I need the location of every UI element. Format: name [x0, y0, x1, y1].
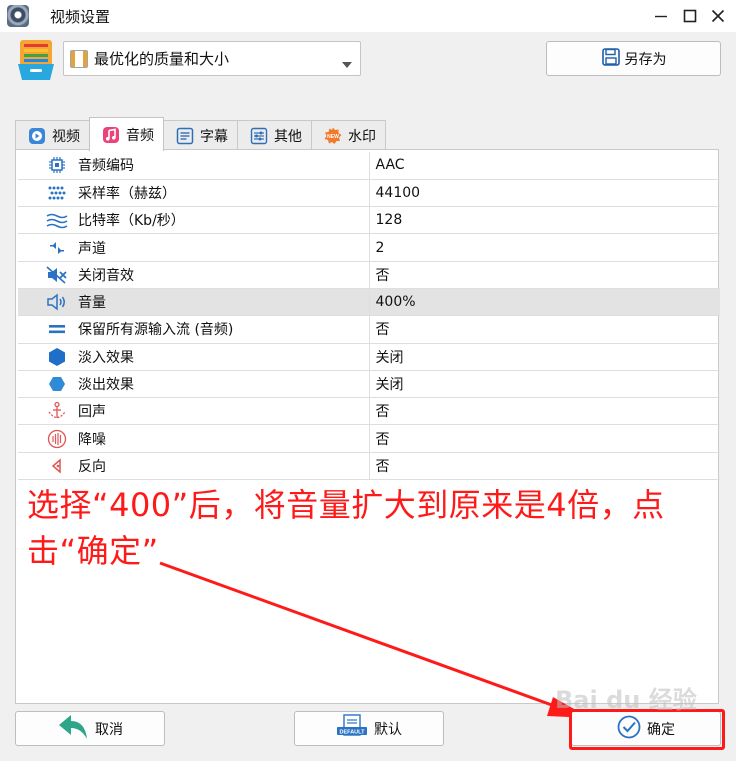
- setting-label: 降噪: [78, 431, 106, 448]
- window-title: 视频设置: [50, 8, 111, 26]
- setting-value[interactable]: 否: [369, 424, 720, 453]
- setting-label: 声道: [78, 240, 106, 257]
- default-button[interactable]: DEFAULT 默认: [294, 711, 444, 746]
- setting-label: 淡入效果: [78, 349, 134, 366]
- volume-speaker-icon: [46, 292, 68, 312]
- table-row[interactable]: 比特率（Kb/秒） 128: [18, 206, 720, 235]
- sliders-icon: [250, 127, 268, 145]
- setting-label: 音量: [78, 295, 106, 312]
- setting-label: 比特率（Kb/秒）: [78, 213, 185, 230]
- channels-icon: [46, 238, 68, 258]
- fade-out-hexagon-icon: [46, 374, 68, 394]
- noise-reduction-icon: [46, 429, 68, 449]
- chevron-down-icon: [342, 56, 352, 72]
- default-document-icon: DEFAULT: [336, 713, 368, 744]
- app-logo-icon: [7, 5, 29, 27]
- table-row[interactable]: 关闭音效 否: [18, 261, 720, 289]
- video-play-icon: [28, 127, 46, 145]
- table-row[interactable]: 音量 400%: [18, 288, 720, 317]
- setting-value[interactable]: 否: [369, 452, 720, 481]
- reverse-icon: [46, 456, 68, 476]
- maximize-icon[interactable]: [677, 4, 703, 28]
- chip-icon: [46, 155, 68, 175]
- svg-text:NEW: NEW: [327, 134, 339, 140]
- bitrate-wave-icon: [46, 210, 68, 230]
- preset-list-icon: [16, 38, 56, 82]
- tab-video[interactable]: 视频: [15, 120, 90, 151]
- setting-label: 采样率（赫兹）: [78, 185, 176, 202]
- setting-value[interactable]: 关闭: [369, 343, 720, 371]
- setting-label: 关闭音效: [78, 267, 134, 284]
- cancel-label: 取消: [95, 721, 123, 738]
- preset-dropdown[interactable]: 最优化的质量和大小: [63, 41, 361, 76]
- setting-label: 保留所有源输入流 (音频): [78, 322, 234, 339]
- new-badge-icon: NEW: [324, 127, 342, 145]
- minimize-icon[interactable]: [648, 4, 674, 28]
- equals-icon: [46, 319, 68, 339]
- sample-rate-icon: [46, 183, 68, 203]
- setting-label: 音频编码: [78, 158, 134, 175]
- table-row[interactable]: 采样率（赫兹） 44100: [18, 179, 720, 208]
- table-row[interactable]: 保留所有源输入流 (音频) 否: [18, 315, 720, 344]
- echo-icon: [46, 401, 68, 421]
- film-icon: [70, 49, 88, 68]
- close-icon[interactable]: [705, 4, 731, 28]
- table-row[interactable]: 反向 否: [18, 452, 720, 481]
- svg-text:DEFAULT: DEFAULT: [340, 729, 366, 735]
- back-arrow-icon: [57, 713, 89, 745]
- fade-in-hexagon-icon: [46, 347, 68, 367]
- audio-settings-table: 音频编码 AAC 采样率（赫兹） 44100 比特率（Kb/秒） 128 声道 …: [18, 152, 720, 481]
- tab-audio[interactable]: 音频: [89, 117, 164, 151]
- subtitle-icon: [176, 127, 194, 145]
- save-as-label: 另存为: [624, 51, 667, 68]
- mute-speaker-icon: [46, 265, 68, 285]
- setting-value[interactable]: 2: [369, 233, 720, 262]
- audio-settings-panel: 音频编码 AAC 采样率（赫兹） 44100 比特率（Kb/秒） 128 声道 …: [15, 149, 720, 704]
- tab-other[interactable]: 其他: [237, 120, 312, 151]
- table-row[interactable]: 声道 2: [18, 233, 720, 262]
- cancel-button[interactable]: 取消: [15, 711, 165, 746]
- table-row[interactable]: 回声 否: [18, 397, 720, 426]
- annotation-text: 选择“400”后，将音量扩大到原来是4倍，点击“确定”: [27, 486, 665, 570]
- tab-label: 视频: [52, 129, 80, 145]
- setting-value[interactable]: 128: [369, 206, 720, 235]
- tab-subtitle[interactable]: 字幕: [163, 120, 238, 151]
- title-bar: 视频设置: [0, 0, 736, 32]
- preset-value: 最优化的质量和大小: [94, 50, 230, 68]
- setting-value[interactable]: AAC: [369, 152, 720, 180]
- table-row[interactable]: 音频编码 AAC: [18, 152, 720, 180]
- setting-value[interactable]: 否: [369, 261, 720, 289]
- setting-value[interactable]: 关闭: [369, 370, 720, 399]
- tab-watermark[interactable]: NEW 水印: [311, 120, 386, 151]
- save-as-button[interactable]: 另存为: [546, 41, 721, 76]
- table-row[interactable]: 降噪 否: [18, 424, 720, 453]
- setting-value[interactable]: 44100: [369, 179, 720, 208]
- watermark: Bai du 经验: [555, 686, 697, 714]
- tab-label: 其他: [274, 129, 302, 145]
- table-row[interactable]: 淡入效果 关闭: [18, 343, 720, 371]
- setting-label: 淡出效果: [78, 377, 134, 394]
- tab-label: 水印: [348, 129, 376, 145]
- tab-label: 音频: [126, 127, 154, 144]
- setting-value[interactable]: 400%: [369, 288, 720, 317]
- floppy-disk-icon: [601, 47, 621, 71]
- setting-value[interactable]: 否: [369, 397, 720, 426]
- table-row[interactable]: 淡出效果 关闭: [18, 370, 720, 399]
- setting-label: 回声: [78, 404, 106, 421]
- setting-value[interactable]: 否: [369, 315, 720, 344]
- music-note-icon: [102, 126, 120, 144]
- settings-tabs: 视频 音频 字幕 其他 NEW 水印: [15, 117, 386, 151]
- setting-label: 反向: [78, 458, 106, 475]
- tab-label: 字幕: [200, 129, 228, 145]
- default-label: 默认: [374, 721, 402, 738]
